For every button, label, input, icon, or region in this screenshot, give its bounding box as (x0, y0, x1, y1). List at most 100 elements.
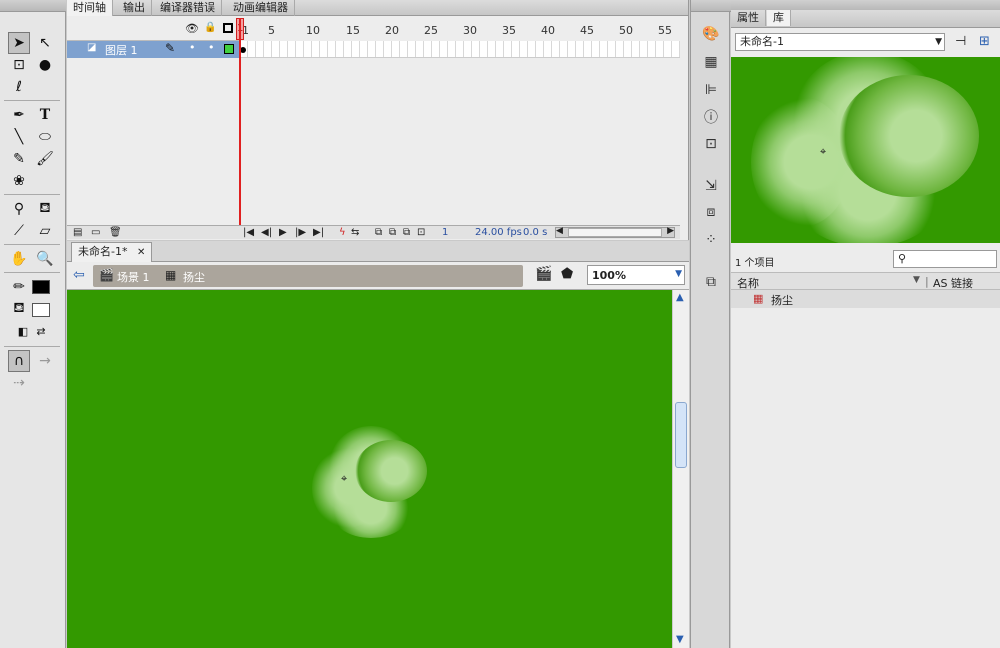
scroll-thumb[interactable] (568, 228, 662, 237)
edit-scene-icon[interactable]: 🎬 (535, 266, 552, 282)
eyedropper-tool-icon[interactable]: ⟋ (8, 220, 30, 242)
tab-properties[interactable]: 属性 (731, 10, 766, 26)
tab-library[interactable]: 库 (767, 10, 791, 26)
library-grip[interactable] (731, 0, 1000, 10)
bone-tool-icon[interactable]: ⚲ (8, 198, 30, 220)
free-transform-tool-icon[interactable]: ⊡ (8, 54, 30, 76)
snap-to-objects-icon[interactable]: ∩ (8, 350, 30, 372)
layer-row[interactable]: ◪ 图层 1 ✎ • • (67, 41, 239, 58)
pencil-tool-icon[interactable]: ✎ (8, 148, 30, 170)
scroll-up-icon[interactable]: ▲ (676, 292, 684, 303)
info-panel-icon[interactable]: ⓘ (701, 107, 721, 127)
timeline-hscroll[interactable]: ◀ ▶ (555, 226, 675, 238)
swatches-panel-icon[interactable]: ▦ (701, 52, 721, 72)
loop-icon[interactable]: ⇆ (351, 227, 359, 238)
tab-output[interactable]: 输出 (117, 0, 152, 16)
time-readout: 0.0 s (523, 227, 548, 238)
motion-presets-icon[interactable]: ⁘ (701, 230, 721, 250)
column-name[interactable]: 名称 (737, 275, 759, 291)
tab-timeline[interactable]: 时间轴 (67, 0, 113, 16)
scroll-right-icon[interactable]: ▶ (667, 226, 674, 236)
library-search-input[interactable]: ⚲ (893, 250, 997, 268)
hand-tool-icon[interactable]: ✋ (8, 248, 30, 270)
onion-outline-icon[interactable]: ⧉ (389, 227, 396, 238)
new-layer-icon[interactable]: ▤ (73, 227, 82, 238)
scroll-left-icon[interactable]: ◀ (556, 226, 563, 236)
chevron-down-icon[interactable]: ▼ (935, 34, 942, 50)
column-linkage[interactable]: AS 链接 (933, 275, 973, 291)
brush-tool-icon[interactable]: 🖌 (34, 148, 56, 170)
layer-name[interactable]: 图层 1 (105, 42, 138, 58)
breadcrumb-scene[interactable]: 场景 1 (117, 269, 150, 285)
eye-icon[interactable]: 👁 (185, 22, 199, 35)
stroke-color-icon[interactable]: ✏ (8, 276, 30, 298)
align-panel-icon[interactable]: ⊫ (701, 80, 721, 100)
play-icon[interactable]: ▶ (279, 227, 287, 238)
dust-blob[interactable] (355, 440, 427, 502)
lasso-tool-icon[interactable]: ℓ (8, 76, 30, 98)
edit-multiple-icon[interactable]: ⧉ (403, 227, 410, 238)
stage-vscroll[interactable]: ▲ ▼ (672, 290, 689, 648)
smooth-icon[interactable]: → (34, 350, 56, 372)
zoom-tool-icon[interactable]: 🔍 (34, 248, 56, 270)
visibility-dot[interactable]: • (189, 41, 196, 54)
fill-color-icon[interactable]: ⛾ (8, 298, 30, 320)
line-tool-icon[interactable]: ╲ (8, 126, 30, 148)
components-icon[interactable]: ⧈ (701, 202, 721, 222)
deco-tool-icon[interactable]: ❀ (8, 170, 30, 192)
color-panel-icon[interactable]: 🎨 (701, 24, 721, 44)
frame-number: 15 (346, 24, 360, 37)
chevron-down-icon[interactable]: ▼ (675, 269, 682, 279)
onion-skin-icon[interactable]: ⧉ (375, 227, 382, 238)
library-item-name[interactable]: 扬尘 (771, 292, 793, 308)
delete-layer-icon[interactable]: 🗑 (109, 227, 122, 238)
last-frame-icon[interactable]: ▶| (313, 227, 324, 238)
new-library-icon[interactable]: ⊞ (979, 34, 990, 49)
edit-symbols-icon[interactable]: ⬟ (561, 266, 573, 282)
document-tab[interactable]: 未命名-1* ✕ (71, 242, 153, 262)
back-arrow-icon[interactable]: ⇦ (73, 267, 85, 283)
next-frame-icon[interactable]: |▶ (295, 227, 306, 238)
tab-motion-editor[interactable]: 动画编辑器 (227, 0, 295, 16)
lock-icon[interactable]: 🔒 (204, 22, 216, 33)
fill-color-swatch[interactable] (32, 303, 50, 317)
first-frame-icon[interactable]: |◀ (243, 227, 254, 238)
pen-tool-icon[interactable]: ✒ (8, 104, 30, 126)
scroll-down-icon[interactable]: ▼ (676, 634, 684, 645)
scroll-thumb[interactable] (675, 402, 687, 468)
paint-bucket-tool-icon[interactable]: ⛾ (34, 198, 56, 220)
tools-panel-grip[interactable] (0, 0, 66, 12)
frame-row[interactable] (240, 41, 680, 58)
library-item[interactable]: ▦ 扬尘 (731, 290, 1000, 308)
3d-rotation-tool-icon[interactable]: ● (34, 54, 56, 76)
prev-frame-icon[interactable]: ◀| (261, 227, 272, 238)
code-snippets-icon[interactable]: ⇲ (701, 176, 721, 196)
oval-tool-icon[interactable]: ⬭ (34, 126, 56, 148)
panel-strip-grip[interactable] (691, 0, 731, 12)
straighten-icon[interactable]: ⇢ (8, 372, 30, 394)
sort-icon[interactable]: ▼ (913, 275, 920, 285)
stage[interactable]: ⌖ (67, 290, 672, 648)
zoom-select[interactable]: 100% ▼ (587, 265, 685, 285)
selection-tool-icon[interactable]: ➤ (8, 32, 30, 54)
lock-dot[interactable]: • (208, 41, 215, 54)
playhead[interactable] (239, 18, 241, 226)
outline-icon[interactable] (223, 23, 233, 33)
text-tool-icon[interactable]: T (34, 104, 56, 126)
layer-outline-color[interactable] (224, 44, 234, 54)
project-panel-icon[interactable]: ⧉ (701, 272, 721, 292)
new-folder-icon[interactable]: ▭ (91, 227, 100, 238)
modify-markers-icon[interactable]: ⊡ (417, 227, 425, 238)
subselection-tool-icon[interactable]: ↖ (34, 32, 56, 54)
breadcrumb-symbol[interactable]: 扬尘 (183, 269, 205, 285)
fps-readout[interactable]: 24.00 fps (475, 227, 522, 238)
pin-icon[interactable]: ⊣ (955, 34, 966, 49)
eraser-tool-icon[interactable]: ▱ (34, 220, 56, 242)
center-frame-icon[interactable]: ϟ (339, 227, 346, 238)
swap-colors-icon[interactable]: ⇄ (30, 320, 52, 342)
stroke-color-swatch[interactable] (32, 280, 50, 294)
transform-panel-icon[interactable]: ⊡ (701, 134, 721, 154)
close-icon[interactable]: ✕ (137, 247, 145, 258)
library-document-select[interactable]: 未命名-1 ▼ (735, 33, 945, 51)
tab-compiler-errors[interactable]: 编译器错误 (154, 0, 222, 16)
